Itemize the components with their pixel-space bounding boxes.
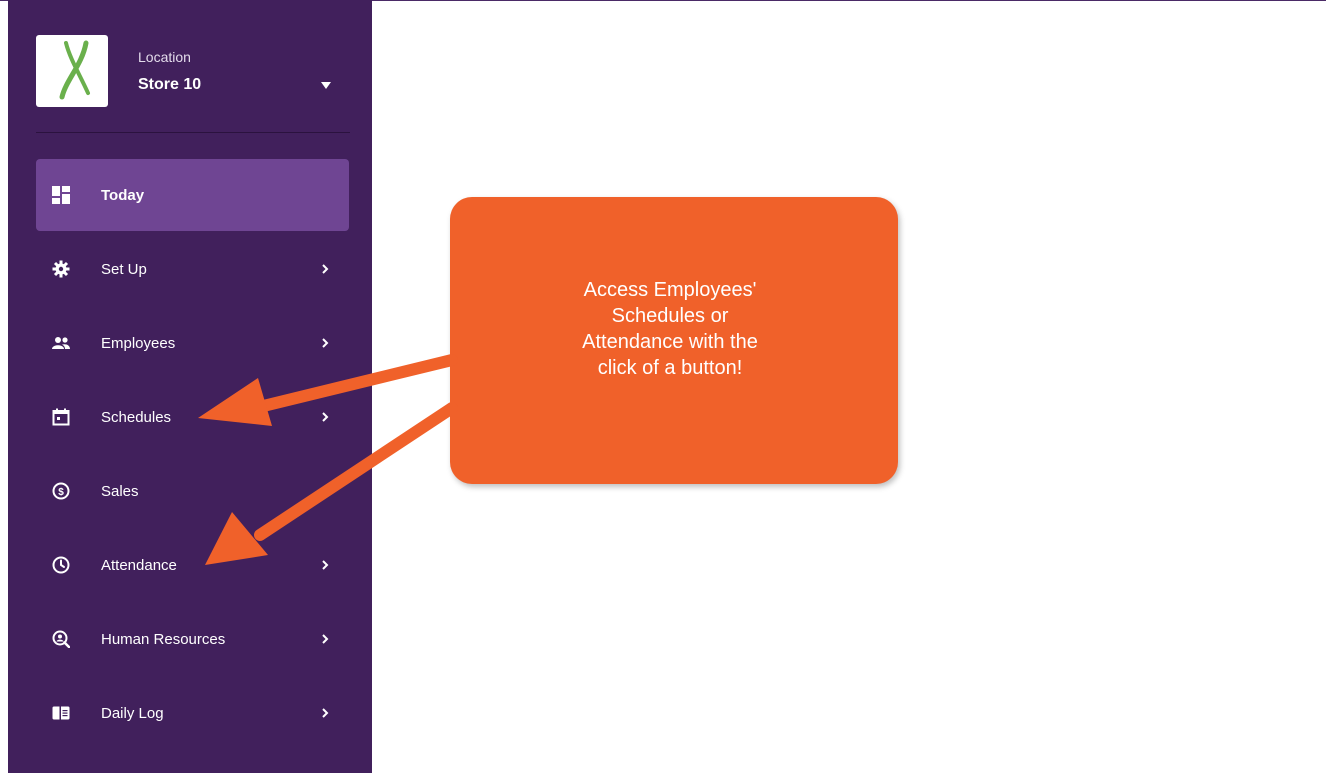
sidebar-item-label: Attendance [101, 556, 177, 574]
sidebar-nav: Today Set Up Employees Schedules $ Sales… [36, 159, 349, 751]
calendar-icon [52, 408, 70, 426]
sidebar-item-sales[interactable]: $ Sales [36, 455, 349, 527]
sidebar-item-today[interactable]: Today [36, 159, 349, 231]
location-value: Store 10 [138, 76, 202, 93]
chevron-right-icon [322, 634, 329, 644]
company-logo [36, 35, 108, 107]
chevron-right-icon [322, 412, 329, 422]
sidebar: Location Store 10 Today Set Up Employees… [8, 0, 372, 773]
gear-icon [52, 260, 70, 278]
sidebar-item-label: Human Resources [101, 630, 226, 648]
dashboard-icon [52, 186, 70, 204]
chevron-right-icon [322, 560, 329, 570]
person-search-icon [52, 630, 70, 648]
sidebar-item-setup[interactable]: Set Up [36, 233, 349, 305]
annotation-callout: Access Employees' Schedules or Attendanc… [450, 197, 898, 484]
sidebar-item-schedules[interactable]: Schedules [36, 381, 349, 453]
chevron-right-icon [322, 264, 329, 274]
location-label: Location [138, 49, 191, 65]
location-selector[interactable]: Location Store 10 [36, 35, 356, 109]
sidebar-item-label: Employees [101, 334, 176, 352]
clock-icon [52, 556, 70, 574]
callout-text: Access Employees' Schedules or Attendanc… [582, 279, 758, 379]
sidebar-divider [36, 132, 350, 133]
sidebar-item-label: Today [101, 186, 145, 204]
sidebar-item-label: Sales [101, 482, 139, 500]
sidebar-item-label: Schedules [101, 408, 172, 426]
people-icon [52, 337, 70, 349]
sidebar-item-label: Daily Log [101, 704, 164, 722]
sidebar-item-human-resources[interactable]: Human Resources [36, 603, 349, 675]
caret-down-icon[interactable] [320, 79, 332, 91]
chevron-right-icon [322, 338, 329, 348]
sidebar-item-label: Set Up [101, 260, 147, 278]
svg-text:$: $ [58, 487, 64, 498]
sidebar-item-attendance[interactable]: Attendance [36, 529, 349, 601]
dollar-circle-icon: $ [52, 482, 70, 500]
chevron-right-icon [322, 708, 329, 718]
sidebar-item-employees[interactable]: Employees [36, 307, 349, 379]
log-book-icon [52, 706, 70, 720]
sidebar-item-daily-log[interactable]: Daily Log [36, 677, 349, 749]
